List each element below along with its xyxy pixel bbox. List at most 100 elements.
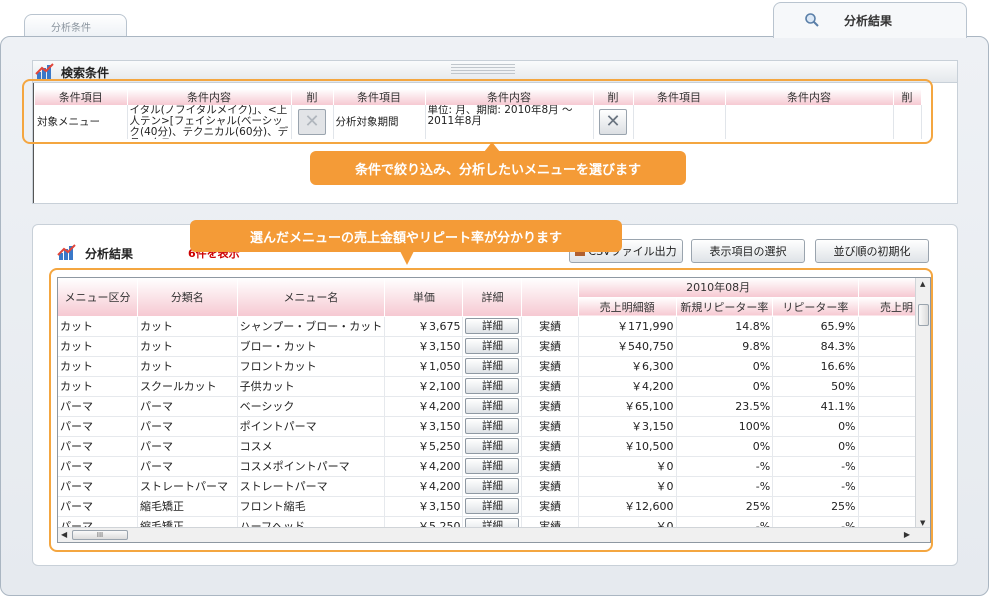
cell-repeat: 0% [772, 436, 859, 457]
cell-class: カット [137, 316, 238, 337]
cell-menu: ストレートパーマ [237, 476, 386, 497]
cell-detail: 詳細 [462, 436, 523, 457]
cell-sales: ￥4,200 [578, 376, 677, 397]
tab-analysis-conditions[interactable]: 分析条件 [24, 14, 127, 36]
cond-content: 単位: 月、期間: 2010年8月 ～ 2011年8月 [427, 105, 573, 127]
cell-category: パーマ [58, 436, 139, 457]
collapse-grip[interactable] [451, 64, 515, 76]
cell-class: カット [137, 356, 238, 377]
reset-order-button[interactable]: 並び順の初期化 [815, 239, 929, 263]
table-row[interactable]: パーマ パーマ コスメポイントパーマ ￥4,200 詳細 実績 ￥0 -% -% [58, 456, 930, 477]
cell-class: パーマ [137, 416, 238, 437]
cond-header-delete: 削 [593, 89, 634, 105]
cond-header-delete: 削 [893, 89, 922, 105]
cond-item-label [633, 105, 726, 139]
conditions-row: 対象メニュー イタル(ノフイタルメイク)」、<上人テン>[フェイシャル(ベーシッ… [35, 105, 922, 139]
cond-header-item: 条件項目 [333, 89, 426, 105]
cell-price: ￥3,150 [384, 416, 464, 437]
cond-item-label: 対象メニュー [35, 105, 128, 139]
cell-new-repeat: -% [676, 456, 774, 477]
cell-category: パーマ [58, 456, 139, 477]
cell-repeat: 16.6% [772, 356, 859, 377]
cell-new-repeat: 0% [676, 376, 774, 397]
cell-category: カット [58, 376, 139, 397]
scroll-down-icon[interactable]: ▼ [920, 519, 925, 527]
cell-kind: 実績 [521, 496, 579, 517]
cell-detail: 詳細 [462, 396, 523, 417]
cell-new-repeat: 9.8% [676, 336, 774, 357]
table-row[interactable]: パーマ パーマ ベーシック ￥4,200 詳細 実績 ￥65,100 23.5% 41.1% [58, 396, 930, 417]
table-row[interactable]: カット カット シャンプー・ブロー・カット ￥3,675 詳細 実績 ￥171,990 14.… [58, 316, 930, 337]
grid-header-row: メニュー区分 分類名 メニュー名 単価 詳細 2010年08月 [58, 278, 930, 317]
scroll-left-icon[interactable]: ◀ [61, 530, 67, 539]
tab-results-label: 分析結果 [844, 14, 893, 28]
cond-content-cell: イタル(ノフイタルメイク)」、<上人テン>[フェイシャル(ベーシック(40分)、… [127, 105, 292, 139]
table-row[interactable]: パーマ 縮毛矯正 フロント縮毛 ￥3,150 詳細 実績 ￥12,600 25% 25% [58, 496, 930, 517]
cell-category: カット [58, 336, 139, 357]
detail-button[interactable]: 詳細 [465, 338, 520, 354]
detail-button[interactable]: 詳細 [465, 318, 520, 334]
detail-button[interactable]: 詳細 [465, 478, 520, 494]
cond-header-item: 条件項目 [35, 89, 128, 105]
table-row[interactable]: パーマ パーマ ポイントパーマ ￥3,150 詳細 実績 ￥3,150 100% 0% [58, 416, 930, 437]
horizontal-scrollbar[interactable]: ◀ III ▶ [58, 527, 930, 542]
tab-analysis-results[interactable]: 分析結果 [773, 2, 967, 38]
cell-sales: ￥10,500 [578, 436, 677, 457]
select-display-items-button[interactable]: 表示項目の選択 [691, 239, 805, 263]
cell-category: パーマ [58, 396, 139, 417]
table-row[interactable]: パーマ パーマ コスメ ￥5,250 詳細 実績 ￥10,500 0% 0% [58, 436, 930, 457]
cell-sales: ￥65,100 [578, 396, 677, 417]
table-row[interactable]: カット カット フロントカット ￥1,050 詳細 実績 ￥6,300 0% 16.6% [58, 356, 930, 377]
scroll-up-icon[interactable]: ▲ [920, 280, 925, 288]
cell-repeat: -% [772, 456, 859, 477]
reset-order-label: 並び順の初期化 [833, 245, 911, 258]
detail-button[interactable]: 詳細 [465, 458, 520, 474]
col-header-menu[interactable]: メニュー名 [237, 278, 386, 317]
scroll-thumb[interactable] [918, 304, 929, 326]
delete-button[interactable]: ✕ [298, 109, 326, 135]
detail-button[interactable]: 詳細 [465, 498, 520, 514]
results-grid[interactable]: メニュー区分 分類名 メニュー名 単価 詳細 2010年08月 売上明細額 新規… [57, 277, 931, 543]
cond-delete-cell: ✕ [291, 105, 334, 139]
detail-button[interactable]: 詳細 [465, 358, 520, 374]
table-row[interactable]: カット スクールカット 子供カット ￥2,100 詳細 実績 ￥4,200 0% 50% [58, 376, 930, 397]
cell-kind: 実績 [521, 316, 579, 337]
cell-detail: 詳細 [462, 356, 523, 377]
detail-button[interactable]: 詳細 [465, 398, 520, 414]
col-header-class[interactable]: 分類名 [137, 278, 238, 317]
results-table: メニュー区分 分類名 メニュー名 単価 詳細 2010年08月 売上明細額 新規… [58, 278, 930, 537]
cell-menu: ベーシック [237, 396, 386, 417]
col-header-category[interactable]: メニュー区分 [58, 278, 139, 317]
search-conditions-title: 検索条件 [61, 66, 110, 80]
cell-price: ￥3,675 [384, 316, 464, 337]
delete-button[interactable]: ✕ [599, 109, 627, 135]
scroll-right-icon[interactable]: ▶ [904, 530, 910, 539]
vertical-scrollbar[interactable]: ▲ ▼ [915, 278, 930, 529]
cell-new-repeat: 14.8% [676, 316, 774, 337]
col-header-sales[interactable]: 売上明細額 [578, 297, 677, 317]
cell-repeat: 50% [772, 376, 859, 397]
cell-menu: ブロー・カット [237, 336, 386, 357]
col-header-kind [521, 278, 579, 317]
divider [33, 83, 34, 203]
cond-header-content: 条件内容 [425, 89, 594, 105]
scroll-thumb-horizontal[interactable]: III [72, 530, 128, 540]
cond-content: イタル(ノフイタルメイク)」、<上人テン>[フェイシャル(ベーシック(40分)、… [129, 105, 289, 139]
cell-price: ￥3,150 [384, 336, 464, 357]
cell-detail: 詳細 [462, 476, 523, 497]
col-header-new-repeat[interactable]: 新規リピーター率 [676, 297, 774, 317]
col-header-price[interactable]: 単価 [384, 278, 464, 317]
cell-repeat: 65.9% [772, 316, 859, 337]
cell-category: パーマ [58, 476, 139, 497]
detail-button[interactable]: 詳細 [465, 438, 520, 454]
detail-button[interactable]: 詳細 [465, 418, 520, 434]
detail-button[interactable]: 詳細 [465, 378, 520, 394]
close-icon: ✕ [605, 111, 621, 132]
table-row[interactable]: パーマ ストレートパーマ ストレートパーマ ￥4,200 詳細 実績 ￥0 -% -% [58, 476, 930, 497]
cell-class: パーマ [137, 436, 238, 457]
col-header-repeat[interactable]: リピーター率 [772, 297, 859, 317]
cell-detail: 詳細 [462, 336, 523, 357]
cell-class: パーマ [137, 396, 238, 417]
cell-price: ￥5,250 [384, 436, 464, 457]
table-row[interactable]: カット カット ブロー・カット ￥3,150 詳細 実績 ￥540,750 9.8% 84.3% [58, 336, 930, 357]
